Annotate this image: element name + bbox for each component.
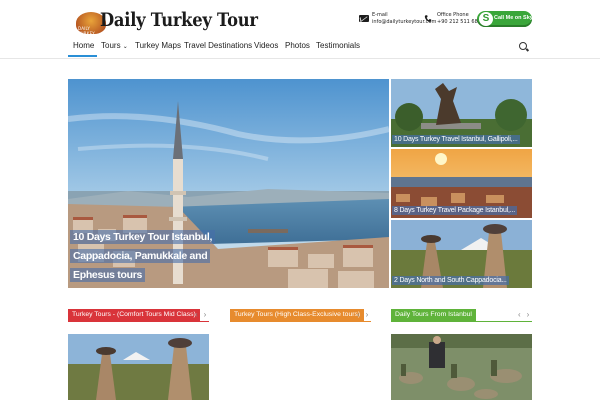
skype-call-button[interactable]: S Call Me on Skype! [477,11,541,27]
search-icon[interactable] [519,42,527,50]
nav-item-tours-label: Tours [101,41,121,50]
hero-main-caption-line: 10 Days Turkey Tour Istanbul, [70,230,216,244]
tour-thumbnail[interactable] [68,334,209,400]
nav-divider [0,58,600,59]
tour-thumbnail[interactable] [391,334,532,400]
slider-arrows[interactable]: ‹› [357,310,374,319]
hero-main-caption[interactable]: 10 Days Turkey Tour Istanbul, Cappadocia… [70,227,230,284]
chevron-down-icon: ⌄ [122,44,128,50]
section-underline [230,321,371,322]
skype-icon: S [479,12,493,26]
hero-side-caption: 10 Days Turkey Travel Istanbul, Gallipol… [392,135,520,144]
section-header-comfort-tours: Turkey Tours - (Comfort Tours Mid Class)… [68,309,212,322]
section-header-daily-tours: Daily Tours From Istanbul ‹› [391,309,535,322]
email-icon [359,15,369,22]
nav-item-photos[interactable]: Photos [285,41,310,50]
hero-main-caption-line: Ephesus tours [70,268,146,282]
slider-arrows[interactable]: ‹› [518,310,535,319]
hero-main-slide[interactable]: 10 Days Turkey Tour Istanbul, Cappadocia… [68,79,389,288]
hero-side-caption: 2 Days North and South Cappadocia... [392,276,509,285]
section-underline [391,321,532,322]
hero-side-tile-2[interactable]: 8 Days Turkey Travel Package Istanbul,..… [391,149,532,218]
section-header-high-class-tours: Turkey Tours (High Class-Exclusive tours… [230,309,374,322]
phone-label: Office Phone [437,12,469,18]
skype-button-label: Call Me on Skype! [494,15,542,21]
nav-item-testimonials[interactable]: Testimonials [316,41,360,50]
main-nav: Home Tours ⌄ Turkey Maps Travel Destinat… [68,37,532,57]
section-title[interactable]: Daily Tours From Istanbul [391,309,476,321]
cappadocia-thumbnail-image [68,334,209,400]
slider-arrows[interactable]: ‹› [195,310,212,319]
nav-item-travel-destinations[interactable]: Travel Destinations [184,41,252,50]
gallipoli-trenches-thumbnail-image [391,334,532,400]
section-title[interactable]: Turkey Tours - (Comfort Tours Mid Class) [68,309,200,321]
hero-side-caption: 8 Days Turkey Travel Package Istanbul,..… [392,206,517,215]
hero-side-tile-3[interactable]: 2 Days North and South Cappadocia... [391,220,532,288]
email-label: E-mail [372,12,388,18]
section-title[interactable]: Turkey Tours (High Class-Exclusive tours… [230,309,365,321]
active-nav-indicator [68,55,97,57]
nav-item-videos[interactable]: Videos [254,41,278,50]
section-underline [68,321,209,322]
hero-main-caption-line: Cappadocia, Pamukkale and [70,249,211,263]
phone-icon [424,15,432,22]
nav-item-turkey-maps[interactable]: Turkey Maps [135,41,181,50]
site-logo[interactable]: Daily Turkey Tour [100,9,258,31]
nav-item-home[interactable]: Home [73,41,94,50]
nav-item-tours[interactable]: Tours ⌄ [101,41,128,50]
hero-side-tile-1[interactable]: 10 Days Turkey Travel Istanbul, Gallipol… [391,79,532,147]
